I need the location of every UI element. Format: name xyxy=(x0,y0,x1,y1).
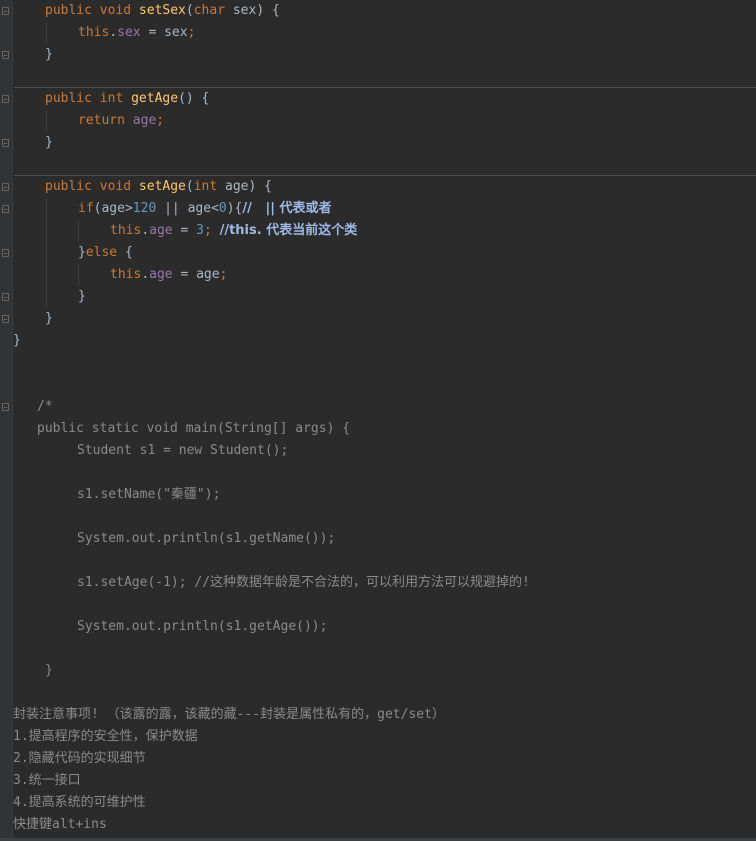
commented-setage-line[interactable]: s1.setAge(-1); //这种数据年龄是不合法的，可以利用方法可以规避掉… xyxy=(77,572,530,594)
fold-toggle-icon[interactable] xyxy=(2,249,9,257)
keyword: char xyxy=(193,3,226,18)
punctuation: ( xyxy=(185,179,194,194)
keyword: this xyxy=(78,25,110,40)
punctuation: ; xyxy=(219,267,228,282)
keyword: int xyxy=(193,179,218,194)
keyword: this xyxy=(110,223,142,238)
code-line-setage-close[interactable]: } xyxy=(45,308,53,330)
indent-guide xyxy=(46,198,47,308)
fold-toggle-icon[interactable] xyxy=(2,95,9,103)
keyword: else xyxy=(85,245,118,260)
code-text: sex) { xyxy=(225,3,280,18)
commented-print-name-line[interactable]: System.out.println(s1.getName()); xyxy=(77,528,335,550)
code-text: { xyxy=(117,245,133,260)
code-text: () { xyxy=(178,91,210,106)
notes-item[interactable]: 3.统一接口 xyxy=(13,770,81,792)
commented-print-age-line[interactable]: System.out.println(s1.getAge()); xyxy=(77,616,327,638)
code-line-getage-close[interactable]: } xyxy=(45,132,53,154)
fold-toggle-icon[interactable] xyxy=(2,183,9,191)
punctuation: ; xyxy=(156,113,165,128)
commented-main-signature[interactable]: public static void main(String[] args) { xyxy=(37,418,350,440)
block-comment-open[interactable]: /* xyxy=(37,396,53,418)
code-line-if[interactable]: if(age>120 || age<0){// || 代表或者 xyxy=(78,198,332,220)
code-text: = xyxy=(172,223,197,238)
punctuation: . xyxy=(109,25,118,40)
keyword: public int xyxy=(45,91,132,106)
code-text: = age xyxy=(172,267,220,282)
commented-main-close[interactable]: } xyxy=(45,660,53,682)
code-text: ){ xyxy=(226,201,243,216)
punctuation: . xyxy=(141,267,150,282)
number-literal: 120 xyxy=(132,201,157,216)
inline-comment: //this. 代表当前这个类 xyxy=(219,223,358,238)
code-text: (age> xyxy=(93,201,133,216)
punctuation: ( xyxy=(185,3,194,18)
code-text: age) { xyxy=(217,179,272,194)
code-line-class-close[interactable]: } xyxy=(13,330,21,352)
code-line-assign-default[interactable]: this.age = 3; //this. 代表当前这个类 xyxy=(110,220,357,242)
code-line-setage-signature[interactable]: public void setAge(int age) { xyxy=(45,176,272,198)
fold-toggle-icon[interactable] xyxy=(2,139,9,147)
code-line-getage-body[interactable]: return age; xyxy=(78,110,164,132)
fold-toggle-icon[interactable] xyxy=(2,7,9,15)
indent-guide xyxy=(78,220,79,242)
code-line-setsex-signature[interactable]: public void setSex(char sex) { xyxy=(45,0,280,22)
method-name: setSex xyxy=(138,3,186,18)
keyword: return xyxy=(78,113,133,128)
inline-comment: // || 代表或者 xyxy=(242,201,332,216)
number-literal: 3 xyxy=(196,223,204,238)
code-line-setsex-body[interactable]: this.sex = sex; xyxy=(78,22,195,44)
indent-guide xyxy=(78,264,79,286)
code-line-else-close[interactable]: } xyxy=(78,286,86,308)
notes-title[interactable]: 封装注意事项! （该露的露，该藏的藏---封装是属性私有的，get/set） xyxy=(13,704,445,726)
fold-toggle-icon[interactable] xyxy=(2,205,9,213)
field-name: sex xyxy=(117,25,141,40)
keyword: if xyxy=(78,201,94,216)
number-literal: 0 xyxy=(218,201,227,216)
notes-shortcut[interactable]: 快捷键alt+ins xyxy=(13,814,107,836)
notes-item[interactable]: 4.提高系统的可维护性 xyxy=(13,792,146,814)
indent-guide xyxy=(46,110,47,132)
field-name: age xyxy=(149,267,173,282)
punctuation: } xyxy=(78,245,86,260)
editor-gutter xyxy=(0,0,12,841)
indent-guide xyxy=(46,22,47,44)
code-text: || age< xyxy=(156,201,219,216)
fold-toggle-icon[interactable] xyxy=(2,51,9,59)
fold-toggle-icon[interactable] xyxy=(2,293,9,301)
field-name: age xyxy=(149,223,173,238)
notes-item[interactable]: 1.提高程序的安全性，保护数据 xyxy=(13,726,198,748)
code-text: = sex xyxy=(140,25,188,40)
fold-toggle-icon[interactable] xyxy=(2,315,9,323)
punctuation: ; xyxy=(187,25,196,40)
code-line-else-body[interactable]: this.age = age; xyxy=(110,264,227,286)
method-name: getAge xyxy=(131,91,179,106)
keyword: this xyxy=(110,267,142,282)
fold-toggle-icon[interactable] xyxy=(2,403,9,411)
code-line-getage-signature[interactable]: public int getAge() { xyxy=(45,88,209,110)
commented-student-line[interactable]: Student s1 = new Student(); xyxy=(77,440,288,462)
punctuation: ; xyxy=(203,223,220,238)
field-name: age xyxy=(132,113,157,128)
code-line-else[interactable]: }else { xyxy=(78,242,133,264)
punctuation: . xyxy=(141,223,150,238)
commented-setname-line[interactable]: s1.setName("秦疆"); xyxy=(77,484,220,506)
keyword: public void xyxy=(45,179,139,194)
method-name: setAge xyxy=(138,179,186,194)
code-line-setsex-close[interactable]: } xyxy=(45,44,53,66)
notes-item[interactable]: 2.隐藏代码的实现细节 xyxy=(13,748,146,770)
keyword: public void xyxy=(45,3,139,18)
